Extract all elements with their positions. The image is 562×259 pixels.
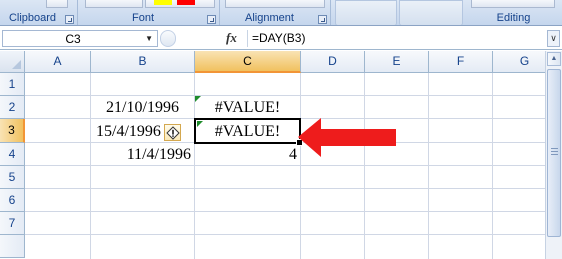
insert-function-icon[interactable]: fx [226, 30, 237, 46]
row-header-3[interactable]: 3 [0, 119, 25, 143]
select-all-button[interactable] [0, 51, 25, 73]
cell-b4[interactable]: 11/4/1996 [91, 144, 194, 166]
row-header-5[interactable]: 5 [0, 166, 25, 189]
format-painter-button[interactable] [46, 0, 68, 8]
cell-c3[interactable]: #VALUE! [195, 121, 300, 143]
font-color-swatch [177, 0, 195, 5]
row-header-4[interactable]: 4 [0, 143, 25, 166]
column-header-c[interactable]: C [195, 51, 301, 73]
name-box[interactable]: C3 ▼ [2, 30, 158, 47]
column-header-d[interactable]: D [301, 51, 365, 73]
grip-icon [551, 148, 558, 155]
font-size-box[interactable] [85, 0, 143, 8]
name-box-value: C3 [65, 32, 81, 46]
number-format-button[interactable] [335, 0, 397, 25]
gridline [300, 73, 301, 259]
alignment-group: Alignment [221, 0, 331, 25]
column-header-b[interactable]: B [91, 51, 195, 73]
font-launcher-icon[interactable] [207, 15, 216, 24]
scrollbar-thumb[interactable] [547, 69, 561, 237]
column-header-g[interactable]: G [493, 51, 545, 73]
gridline [25, 211, 545, 212]
clipboard-group-label: Clipboard [8, 12, 57, 24]
scroll-up-arrow-icon[interactable]: ▲ [547, 52, 561, 66]
column-header-e[interactable]: E [365, 51, 429, 73]
double-chevron-down-icon[interactable]: ∨ [547, 30, 560, 47]
row-header-2[interactable]: 2 [0, 96, 25, 119]
clipboard-group: Clipboard [0, 0, 78, 25]
font-group-label: Font [131, 12, 154, 24]
ribbon: Clipboard Font Alignment Editing [0, 0, 562, 26]
gridline [25, 234, 545, 235]
cell-b3[interactable]: 15/4/1996 [91, 121, 164, 143]
alignment-buttons[interactable] [225, 0, 325, 8]
gridline [25, 188, 545, 189]
formula-bar-splitter[interactable] [160, 30, 176, 47]
row-header-8[interactable] [0, 235, 25, 258]
vertical-scrollbar[interactable]: ▲ [545, 51, 562, 259]
clipboard-launcher-icon[interactable] [65, 15, 74, 24]
row-header-6[interactable]: 6 [0, 189, 25, 212]
column-header-f[interactable]: F [429, 51, 493, 73]
alignment-group-label: Alignment [245, 12, 294, 24]
alignment-launcher-icon[interactable] [318, 15, 327, 24]
cell-c4[interactable]: 4 [195, 144, 300, 166]
editing-group: Editing [465, 0, 562, 25]
editing-group-label: Editing [496, 12, 531, 24]
gridline [428, 73, 429, 259]
column-header-a[interactable]: A [25, 51, 91, 73]
gridline [25, 95, 545, 96]
styles-button[interactable] [399, 0, 463, 25]
cell-b2[interactable]: 21/10/1996 [91, 97, 194, 119]
cell-c2[interactable]: #VALUE! [195, 97, 300, 119]
row-header-1[interactable]: 1 [0, 73, 25, 96]
error-indicator-c2 [195, 96, 201, 102]
error-indicator-c3 [197, 121, 203, 127]
editing-buttons[interactable] [471, 0, 555, 8]
worksheet-grid: A B C D E F G 1 2 3 4 5 6 7 21/10/1996 1… [0, 51, 545, 259]
formula-bar: C3 ▼ fx =DAY(B3) ∨ [0, 27, 562, 50]
highlight-color-swatch [154, 0, 172, 5]
gridline [492, 73, 493, 259]
row-header-7[interactable]: 7 [0, 212, 25, 235]
font-group: Font [79, 0, 220, 25]
red-arrow-annotation [298, 118, 396, 157]
formula-input[interactable]: =DAY(B3) [247, 30, 542, 47]
gridline [364, 73, 365, 259]
chevron-down-icon[interactable]: ▼ [145, 33, 153, 45]
warning-diamond-icon[interactable] [164, 124, 181, 141]
